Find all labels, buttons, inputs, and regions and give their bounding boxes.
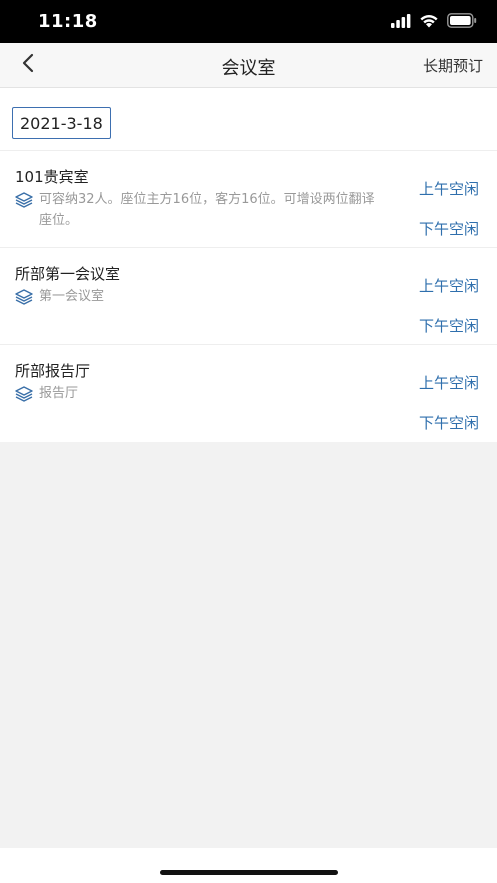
room-description: 报告厅 [15,385,385,404]
pm-status-button[interactable]: 下午空闲 [419,315,479,336]
pm-status-button[interactable]: 下午空闲 [419,218,479,239]
room-description: 第一会议室 [15,288,385,307]
room-description: 可容纳32人。座位主方16位，客方16位。可增设两位翻译座位。 [15,191,385,231]
layers-icon [15,192,33,208]
status-icons [391,13,477,32]
room-name: 101贵宾室 [15,168,89,186]
room-name: 所部报告厅 [15,362,91,380]
room-description-text: 可容纳32人。座位主方16位，客方16位。可增设两位翻译座位。 [39,192,375,228]
room-description-text: 第一会议室 [39,289,105,304]
long-term-booking-button[interactable]: 长期预订 [423,55,483,76]
date-picker[interactable]: 2021-3-18 [12,107,111,139]
room-list-panel: 2021-3-18 101贵宾室 可容纳32人。座位主方16位，客方16位。可增… [0,88,497,442]
room-item[interactable]: 所部报告厅 报告厅 上午空闲 下午空闲 [0,345,497,442]
room-item[interactable]: 101贵宾室 可容纳32人。座位主方16位，客方16位。可增设两位翻译座位。 上… [0,151,497,248]
battery-icon [447,13,477,32]
am-status-button[interactable]: 上午空闲 [419,372,479,393]
layers-icon [15,386,33,402]
signal-icon [391,13,411,32]
room-item[interactable]: 所部第一会议室 第一会议室 上午空闲 下午空闲 [0,248,497,345]
room-description-text: 报告厅 [39,386,79,401]
status-time: 11:18 [38,11,98,32]
am-status-button[interactable]: 上午空闲 [419,178,479,199]
nav-bar: 会议室 长期预订 [0,43,497,88]
home-indicator[interactable] [160,870,338,875]
layers-icon [15,289,33,305]
status-bar: 11:18 [0,0,497,43]
wifi-icon [419,13,439,32]
pm-status-button[interactable]: 下午空闲 [419,412,479,433]
am-status-button[interactable]: 上午空闲 [419,275,479,296]
room-name: 所部第一会议室 [15,265,121,283]
bottom-safe-area [0,848,497,883]
date-row: 2021-3-18 [0,88,497,151]
